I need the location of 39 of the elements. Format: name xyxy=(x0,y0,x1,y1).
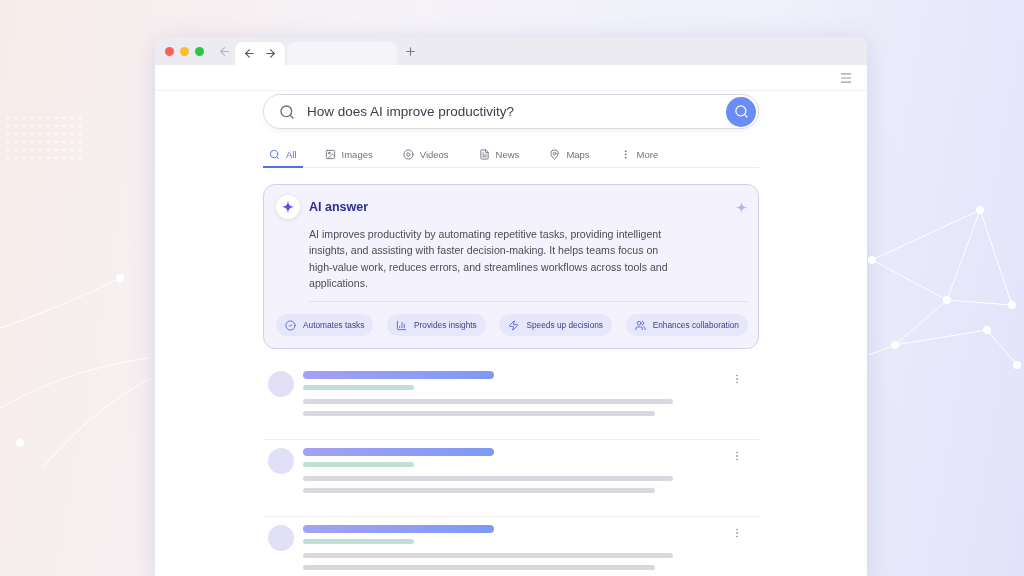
back-arrow-icon[interactable] xyxy=(243,47,256,60)
search-icon xyxy=(279,103,295,120)
minimize-dot-icon[interactable] xyxy=(180,46,189,56)
search-tab[interactable]: Videos xyxy=(396,143,455,168)
maximize-dot-icon[interactable] xyxy=(195,46,204,56)
plus-icon[interactable] xyxy=(404,44,417,58)
search-icon xyxy=(269,149,280,160)
browser-tab[interactable] xyxy=(235,42,285,65)
search-query: How does AI improve productivity? xyxy=(307,104,516,119)
card-title: AI answer xyxy=(309,200,370,214)
topic-chip[interactable]: Provides insights xyxy=(387,314,486,337)
close-dot-icon[interactable] xyxy=(165,46,174,56)
search-tab[interactable]: Maps xyxy=(543,143,596,168)
search-field[interactable]: How does AI improve productivity? xyxy=(263,94,759,129)
search-tab[interactable]: More xyxy=(613,143,665,168)
people-icon xyxy=(634,319,646,331)
menu-icon[interactable] xyxy=(839,70,853,85)
avatar-placeholder xyxy=(268,525,294,552)
play-icon xyxy=(402,149,414,160)
search-tab[interactable]: News xyxy=(472,143,526,168)
answer-text: AI improves productivity by automating repetitive tasks, providing intelligent insights, and assisting with faster decision-making. It helps teams focus on high-value work, reduces errors, and streamlines workflows across tools and applications. xyxy=(309,227,669,291)
forward-arrow-icon[interactable] xyxy=(264,47,277,60)
check-circle-icon xyxy=(285,319,296,331)
search-icon xyxy=(733,104,749,119)
topic-chip[interactable]: Enhances collaboration xyxy=(625,314,748,337)
lightning-icon xyxy=(508,319,520,331)
sparkle-glyph-icon xyxy=(281,200,295,214)
bar-chart-icon xyxy=(396,319,408,331)
pin-icon xyxy=(549,149,561,160)
sparkle-icon xyxy=(735,200,748,214)
document-icon xyxy=(478,149,490,160)
search-tab[interactable]: Images xyxy=(318,143,379,168)
avatar-placeholder xyxy=(268,371,294,398)
topic-chip[interactable]: Speeds up decisions xyxy=(499,314,612,337)
image-icon xyxy=(324,149,336,160)
search-tab[interactable]: All xyxy=(263,143,303,168)
avatar-placeholder xyxy=(268,448,294,475)
search-button[interactable] xyxy=(726,96,756,127)
topic-chip[interactable]: Automates tasks xyxy=(276,314,374,337)
